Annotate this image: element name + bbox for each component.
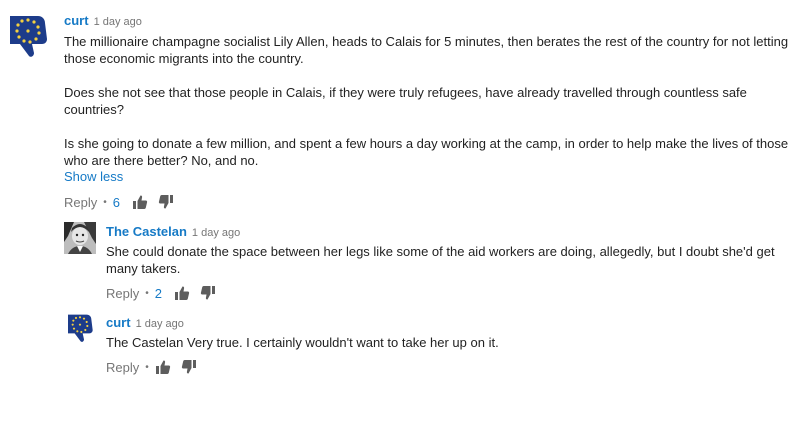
comment-author[interactable]: The Castelan [106, 224, 187, 239]
comment-actions: Reply • 6 [64, 193, 184, 211]
comment-actions: Reply • [106, 358, 207, 376]
comment-timestamp[interactable]: 1 day ago [94, 16, 142, 28]
comment-text: The Castelan Very true. I certainly woul… [106, 335, 499, 350]
thumbs-down-icon[interactable] [200, 285, 216, 301]
thumbs-up-icon[interactable] [174, 285, 190, 301]
comment-actions: Reply • 2 [106, 284, 226, 302]
comment-paragraph: The millionaire champagne socialist Lily… [64, 34, 789, 66]
eu-thumbs-down-avatar [4, 12, 52, 60]
comment-timestamp[interactable]: 1 day ago [192, 227, 240, 239]
thumbs-up-icon[interactable] [132, 194, 148, 210]
like-count: 2 [154, 285, 162, 301]
comment-author[interactable]: curt [106, 315, 131, 330]
thumbs-down-icon[interactable] [158, 194, 174, 210]
separator-dot: • [145, 361, 149, 373]
thumbs-down-icon[interactable] [181, 359, 197, 375]
avatar[interactable] [64, 222, 96, 254]
comment-paragraph: Does she not see that those people in Ca… [64, 85, 747, 117]
reply-button[interactable]: Reply [64, 195, 97, 210]
show-less-link[interactable]: Show less [64, 169, 123, 184]
separator-dot: • [145, 287, 149, 299]
avatar[interactable] [64, 312, 96, 344]
portrait-avatar [64, 222, 96, 254]
comment-text: She could donate the space between her l… [106, 244, 775, 276]
separator-dot: • [103, 196, 107, 208]
thumbs-up-icon[interactable] [155, 359, 171, 375]
comment-timestamp[interactable]: 1 day ago [136, 318, 184, 330]
reply-button[interactable]: Reply [106, 360, 139, 375]
comment-text: The millionaire champagne socialist Lily… [64, 33, 804, 169]
comment-author[interactable]: curt [64, 13, 89, 28]
reply-button[interactable]: Reply [106, 286, 139, 301]
avatar[interactable] [4, 12, 52, 60]
like-count: 6 [112, 194, 120, 210]
comment-paragraph: Is she going to donate a few million, an… [64, 136, 789, 168]
eu-thumbs-down-avatar [64, 312, 96, 344]
